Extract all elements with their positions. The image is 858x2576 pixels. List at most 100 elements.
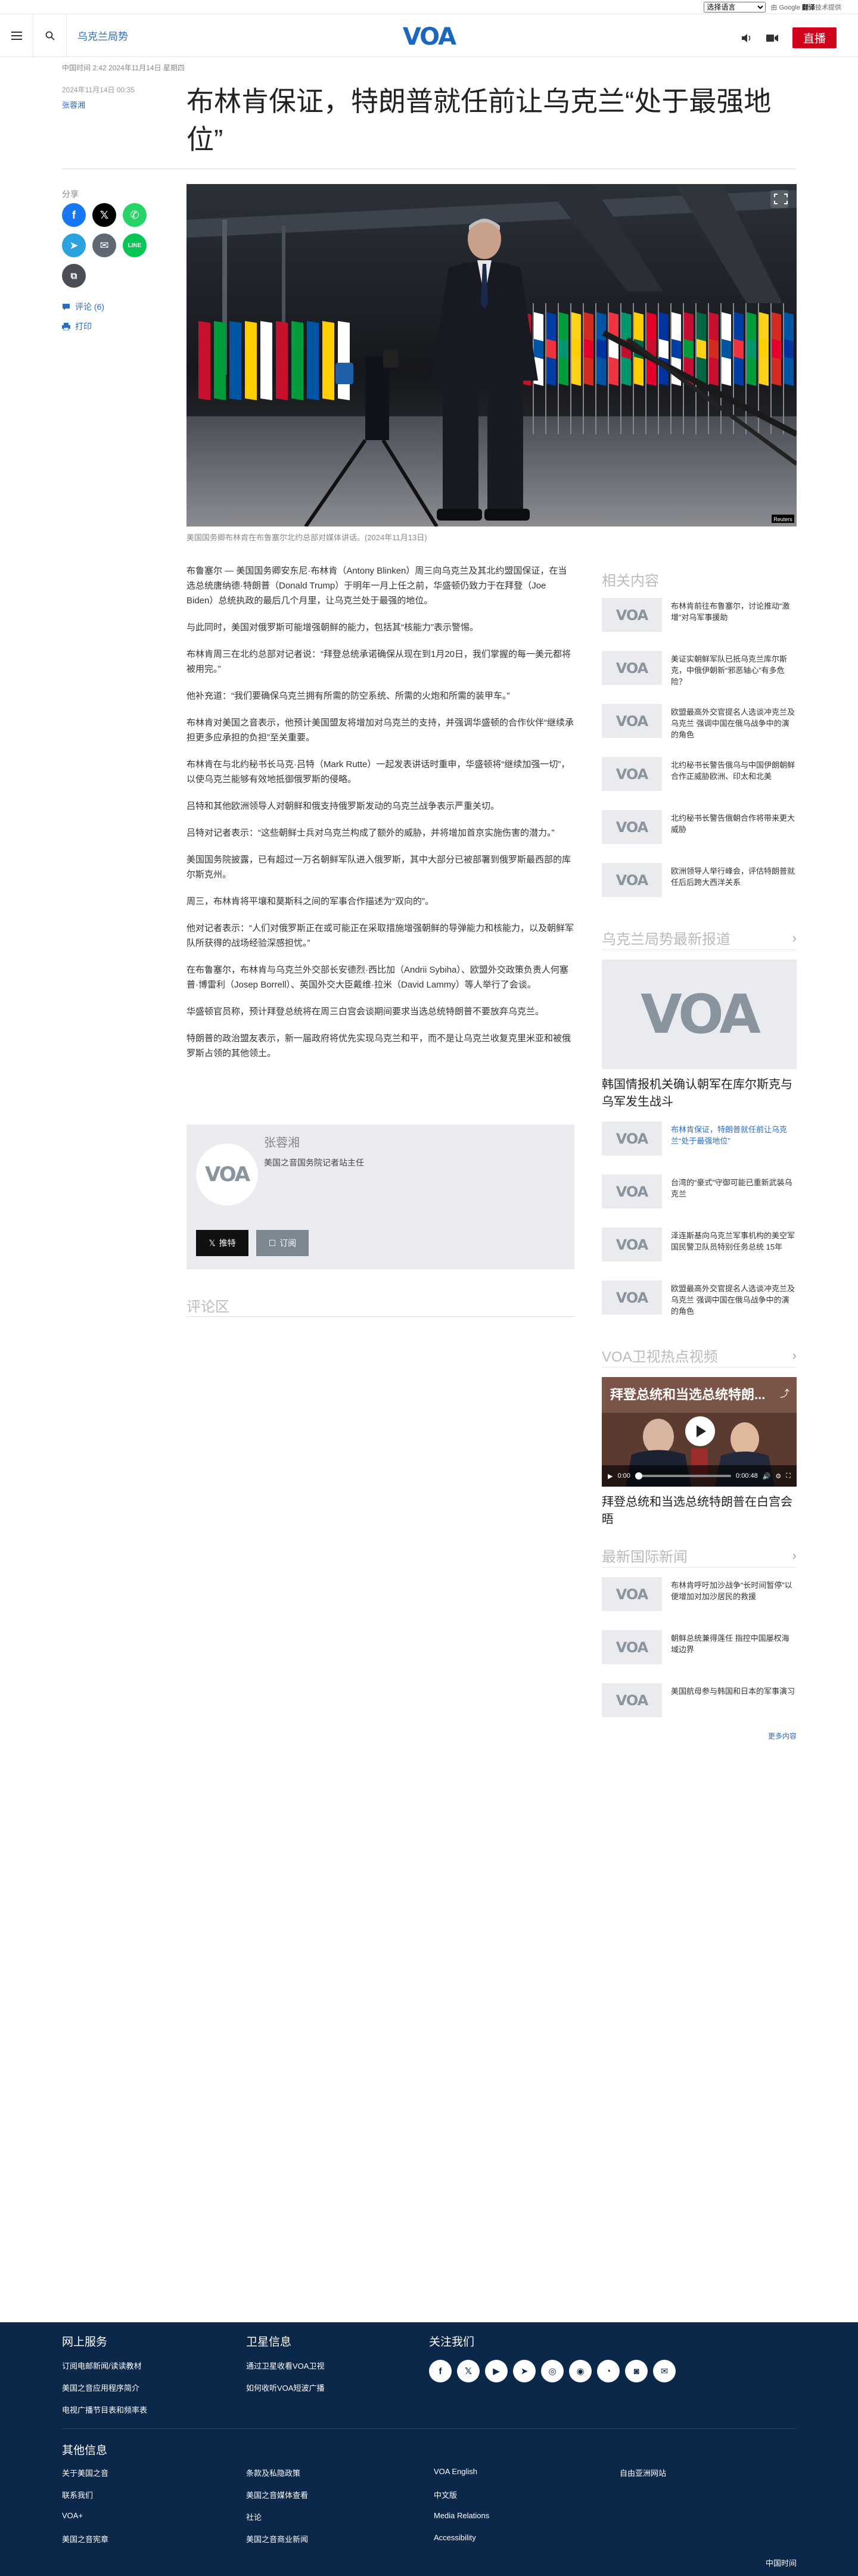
progress-knob[interactable] bbox=[635, 1472, 642, 1479]
email-icon[interactable]: ✉ bbox=[653, 2360, 676, 2382]
footer-link[interactable]: 美国之音商业新闻 bbox=[246, 2533, 308, 2544]
footer-link[interactable]: 电视广播节目表和频率表 bbox=[62, 2404, 147, 2415]
copy-link-button[interactable]: ⧉ bbox=[62, 264, 86, 288]
list-item[interactable]: VOA 台湾的“豪式”守御可能已重新武装乌克兰 bbox=[602, 1175, 797, 1228]
fullscreen-icon[interactable]: ⛶ bbox=[786, 1472, 791, 1480]
twitter-follow-button[interactable]: 𝕏 推特 bbox=[196, 1230, 248, 1256]
list-item-title[interactable]: 欧洲领导人举行峰会，评估特朗普就任后后跨大西洋关系 bbox=[671, 863, 797, 888]
more-content-link[interactable]: 更多内容 bbox=[768, 1731, 797, 1741]
list-item-title[interactable]: 北约秘书长警告俄朝合作将带来更大威胁 bbox=[671, 810, 797, 835]
play-button[interactable] bbox=[685, 1416, 715, 1446]
list-item[interactable]: VOA 布林肯呼吁加沙战争“长时间暂停”以便增加对加沙居民的救援 bbox=[602, 1577, 797, 1630]
list-item-title[interactable]: 泽连斯基向乌克兰军事机构的美空军国民警卫队员特别任务总统 15年 bbox=[671, 1228, 797, 1253]
thumbnail[interactable]: VOA bbox=[602, 1228, 662, 1261]
footer-link[interactable]: 条款及私隐政策 bbox=[246, 2467, 300, 2478]
thumbnail[interactable]: VOA bbox=[602, 704, 662, 738]
section-link[interactable]: 乌克兰局势 bbox=[77, 28, 128, 43]
footer-link[interactable]: 美国之音应用程序简介 bbox=[62, 2382, 139, 2393]
feature-image[interactable]: VOA bbox=[602, 960, 797, 1069]
list-item-title[interactable]: 朝鲜总统兼得莲任 指控中国屡权海域边界 bbox=[671, 1630, 797, 1655]
thumbnail[interactable]: VOA bbox=[602, 863, 662, 897]
volume-icon[interactable]: 🔊 bbox=[763, 1472, 771, 1480]
list-item[interactable]: VOA 欧盟最高外交官提名人选谈冲克兰及乌克兰 强调中国在俄乌战争中的演的角色 bbox=[602, 704, 797, 757]
list-item[interactable]: VOA 布林肯前往布鲁塞尔，讨论推动“激增”对乌军事援助 bbox=[602, 598, 797, 651]
footer-link[interactable]: 中文版 bbox=[434, 2489, 457, 2500]
print-link[interactable]: 打印 bbox=[62, 320, 92, 332]
footer-link[interactable]: VOA English bbox=[434, 2467, 477, 2476]
audio-icon[interactable] bbox=[741, 33, 752, 43]
video-heading[interactable]: VOA卫视热点视频 bbox=[602, 1345, 718, 1366]
list-item[interactable]: VOA 欧盟最高外交官提名人选谈冲克兰及乌克兰 强调中国在俄乌战争中的演的角色 bbox=[602, 1281, 797, 1334]
x-share-button[interactable]: 𝕏 bbox=[92, 203, 116, 227]
footer-link[interactable]: 美国之音宪章 bbox=[62, 2533, 108, 2544]
list-item-title[interactable]: 美证实朝鲜军队已抵乌克兰库尔斯克，中俄伊朝新“邪恶轴心”有多危险？ bbox=[671, 651, 797, 687]
list-item[interactable]: VOA 北约秘书长警告俄朝合作将带来更大威胁 bbox=[602, 810, 797, 863]
email-share-button[interactable]: ✉ bbox=[92, 233, 116, 257]
video-progress-bar[interactable] bbox=[635, 1472, 732, 1479]
list-item-title[interactable]: 欧盟最高外交官提名人选谈冲克兰及乌克兰 强调中国在俄乌战争中的演的角色 bbox=[671, 1281, 797, 1317]
comments-link[interactable]: 评论 (6) bbox=[62, 301, 104, 313]
expand-icon[interactable] bbox=[770, 190, 788, 208]
whatsapp-share-button[interactable]: ✆ bbox=[123, 203, 147, 227]
settings-icon[interactable]: ⚙ bbox=[775, 1472, 781, 1480]
footer-link[interactable]: Accessibility bbox=[434, 2533, 476, 2542]
list-item-title[interactable]: 欧盟最高外交官提名人选谈冲克兰及乌克兰 强调中国在俄乌战争中的演的角色 bbox=[671, 704, 797, 740]
instagram-icon[interactable]: ◎ bbox=[541, 2360, 564, 2382]
thumbnail[interactable]: VOA bbox=[602, 1630, 662, 1664]
video-icon[interactable] bbox=[766, 34, 778, 42]
live-button[interactable]: 直播 bbox=[792, 27, 837, 48]
list-item[interactable]: VOA 朝鲜总统兼得莲任 指控中国屡权海域边界 bbox=[602, 1630, 797, 1683]
footer-link[interactable]: 订阅电邮新闻/读读教材 bbox=[62, 2360, 142, 2371]
list-item-title[interactable]: 美国航母参与韩国和日本的军事演习 bbox=[671, 1683, 795, 1697]
thumbnail[interactable]: VOA bbox=[602, 1281, 662, 1315]
list-item[interactable]: VOA 布林肯保证，特朗普就任前让乌克兰“处于最强地位” bbox=[602, 1122, 797, 1175]
chevron-right-icon[interactable]: › bbox=[792, 1548, 797, 1563]
list-item[interactable]: VOA 美国航母参与韩国和日本的军事演习 bbox=[602, 1683, 797, 1736]
podcast-icon[interactable]: ◉ bbox=[569, 2360, 592, 2382]
list-item[interactable]: VOA 美证实朝鲜军队已抵乌克兰库尔斯克，中俄伊朝新“邪恶轴心”有多危险？ bbox=[602, 651, 797, 704]
chevron-right-icon[interactable]: › bbox=[792, 930, 797, 946]
footer-link[interactable]: 如何收听VOA短波广播 bbox=[246, 2382, 324, 2393]
list-item-title[interactable]: 布林肯前往布鲁塞尔，讨论推动“激增”对乌军事援助 bbox=[671, 598, 797, 623]
rss-icon[interactable]: ◔ bbox=[597, 2360, 620, 2382]
thumbnail[interactable]: VOA bbox=[602, 810, 662, 844]
language-select[interactable]: 选择语言 bbox=[704, 1, 766, 13]
footer-link[interactable]: 联系我们 bbox=[62, 2489, 93, 2500]
share-icon[interactable]: ⤴ bbox=[780, 1385, 789, 1400]
footer-link[interactable]: 美国之音媒体查看 bbox=[246, 2489, 308, 2500]
footer-link[interactable]: 自由亚洲网站 bbox=[620, 2467, 666, 2478]
footer-link[interactable]: VOA+ bbox=[62, 2511, 83, 2520]
footer-link[interactable]: 社论 bbox=[246, 2511, 262, 2522]
list-item[interactable]: VOA 北约秘书长警告俄乌与中国伊朗朝鲜合作正威胁欧洲、印太和北美 bbox=[602, 757, 797, 810]
thumbnail[interactable]: VOA bbox=[602, 1175, 662, 1208]
subscribe-button[interactable]: ☐ 订阅 bbox=[256, 1230, 309, 1256]
list-item[interactable]: VOA 泽连斯基向乌克兰军事机构的美空军国民警卫队员特别任务总统 15年 bbox=[602, 1228, 797, 1281]
line-share-button[interactable]: LINE bbox=[123, 233, 147, 257]
video-caption[interactable]: 拜登总统和当选总统特朗普在白宫会晤 bbox=[602, 1494, 797, 1528]
facebook-share-button[interactable]: f bbox=[62, 203, 86, 227]
footer-link[interactable]: Media Relations bbox=[434, 2511, 489, 2520]
author-link[interactable]: 张蓉湘 bbox=[62, 99, 85, 110]
voa-logo[interactable]: VOA bbox=[399, 23, 459, 51]
search-button[interactable] bbox=[33, 14, 67, 57]
camera-icon[interactable]: ◙ bbox=[625, 2360, 648, 2382]
feature-headline[interactable]: 韩国情报机关确认朝军在库尔斯克与乌军发生战斗 bbox=[602, 1076, 797, 1111]
list-item-title[interactable]: 台湾的“豪式”守御可能已重新武装乌克兰 bbox=[671, 1175, 797, 1200]
chevron-right-icon[interactable]: › bbox=[792, 1348, 797, 1363]
thumbnail[interactable]: VOA bbox=[602, 1122, 662, 1155]
thumbnail[interactable]: VOA bbox=[602, 757, 662, 791]
footer-link[interactable]: 关于美国之音 bbox=[62, 2467, 108, 2478]
telegram-share-button[interactable]: ➤ bbox=[62, 233, 86, 257]
video-player[interactable]: 拜登总统和当选总统特朗... ⤴ ▶ 0:00 0:00:48 🔊 ⚙ ⛶ bbox=[602, 1377, 797, 1487]
world-heading[interactable]: 最新国际新闻 bbox=[602, 1545, 688, 1566]
thumbnail[interactable]: VOA bbox=[602, 1577, 662, 1611]
thumbnail[interactable]: VOA bbox=[602, 651, 662, 685]
play-icon[interactable]: ▶ bbox=[608, 1472, 613, 1480]
menu-button[interactable] bbox=[0, 14, 33, 57]
youtube-icon[interactable]: ▶ bbox=[485, 2360, 508, 2382]
list-item-title[interactable]: 布林肯呼吁加沙战争“长时间暂停”以便增加对加沙居民的救援 bbox=[671, 1577, 797, 1602]
latest-heading[interactable]: 乌克兰局势最新报道 bbox=[602, 927, 730, 948]
x-icon[interactable]: 𝕏 bbox=[457, 2360, 480, 2382]
facebook-icon[interactable]: f bbox=[429, 2360, 452, 2382]
footer-link[interactable]: 通过卫星收看VOA卫视 bbox=[246, 2360, 324, 2371]
